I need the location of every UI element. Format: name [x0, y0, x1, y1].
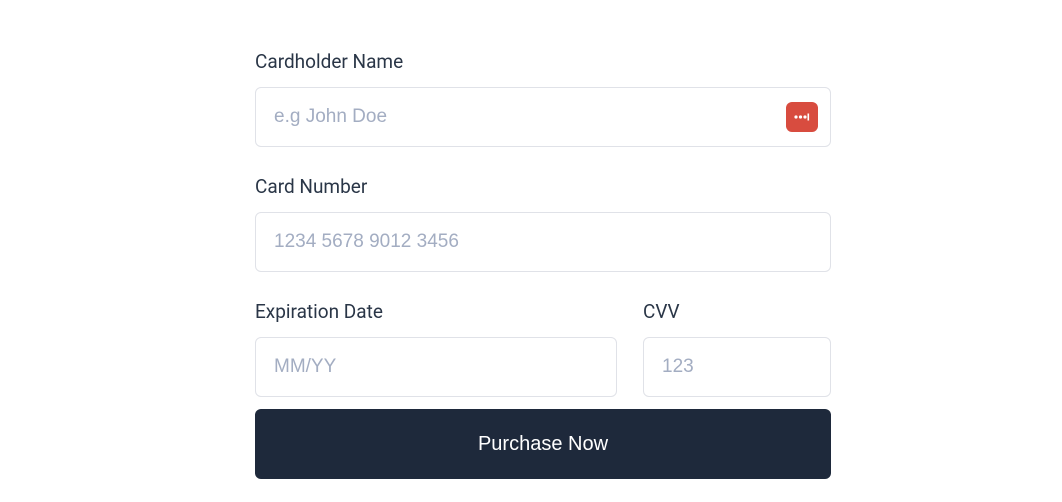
expiration-label: Expiration Date [255, 300, 617, 323]
exp-cvv-row: Expiration Date CVV [255, 300, 831, 397]
cardnumber-group: Card Number [255, 175, 831, 272]
cardnumber-input[interactable] [255, 212, 831, 272]
payment-form: Cardholder Name Card Number Expiration D… [255, 50, 831, 479]
cvv-input[interactable] [643, 337, 831, 397]
expiration-group: Expiration Date [255, 300, 617, 397]
cardnumber-label: Card Number [255, 175, 831, 198]
cardnumber-input-wrapper [255, 212, 831, 272]
expiration-input[interactable] [255, 337, 617, 397]
cvv-group: CVV [643, 300, 831, 397]
autofill-dots-icon [793, 110, 811, 124]
cardholder-input-wrapper [255, 87, 831, 147]
cardholder-group: Cardholder Name [255, 50, 831, 147]
cardholder-input[interactable] [255, 87, 831, 147]
purchase-button[interactable]: Purchase Now [255, 409, 831, 479]
cardholder-label: Cardholder Name [255, 50, 831, 73]
cvv-label: CVV [643, 300, 831, 323]
password-manager-icon[interactable] [786, 102, 818, 132]
